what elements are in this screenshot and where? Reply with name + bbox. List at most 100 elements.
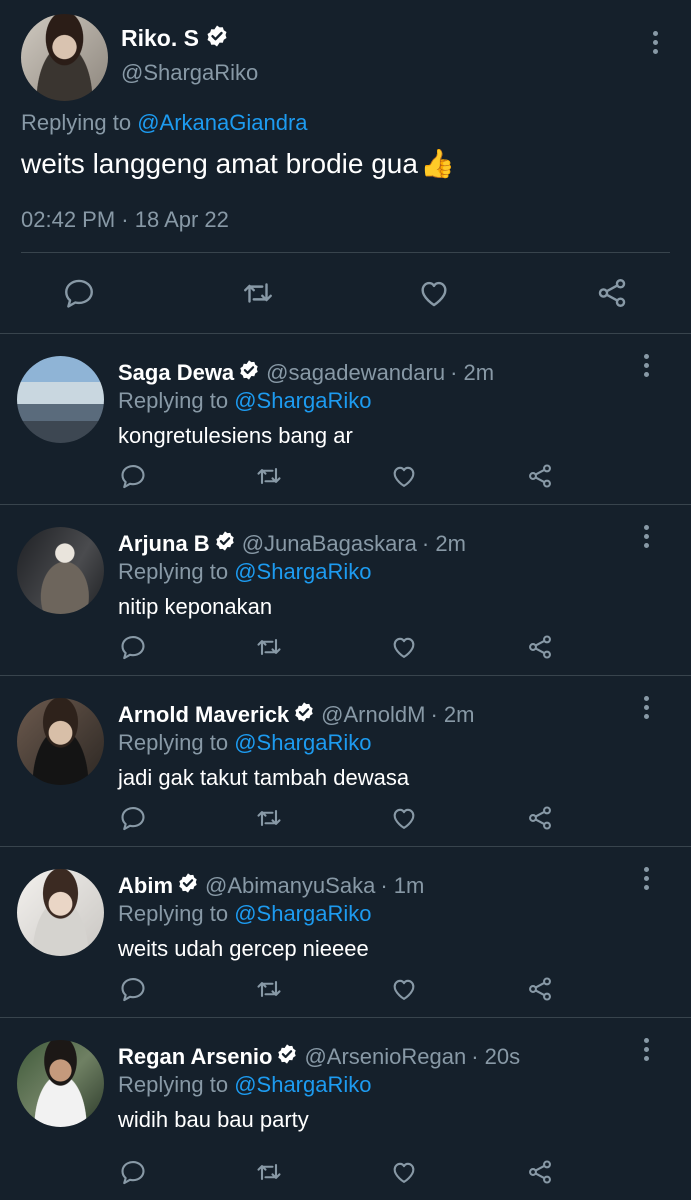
avatar[interactable] xyxy=(17,527,104,614)
author-name[interactable]: Arnold Maverick xyxy=(118,702,289,728)
like-icon xyxy=(421,281,447,307)
author-name[interactable]: Arjuna B xyxy=(118,531,210,557)
reply-icon xyxy=(121,978,145,1002)
reply-tweet[interactable]: Saga Dewa @sagadewandaru · 2m Replying t… xyxy=(0,334,691,505)
divider xyxy=(21,252,670,253)
tweet-text: weits langgeng amat brodie gua 👍 xyxy=(21,147,455,180)
replying-prefix: Replying to xyxy=(118,730,229,755)
author-handle[interactable]: @AbimanyuSaka xyxy=(205,873,375,899)
share-button[interactable] xyxy=(520,969,560,1009)
replying-to: Replying to @ShargaRiko xyxy=(118,901,372,927)
author-handle[interactable]: @ShargaRiko xyxy=(121,60,258,86)
replying-prefix: Replying to xyxy=(118,388,229,413)
main-tweet: Riko. S @ShargaRiko Replying to @ArkanaG… xyxy=(0,0,691,334)
like-button[interactable] xyxy=(384,456,424,496)
replying-prefix: Replying to xyxy=(118,1072,229,1097)
author-handle[interactable]: @JunaBagaskara xyxy=(242,531,417,557)
retweet-icon xyxy=(257,1163,281,1181)
retweet-button[interactable] xyxy=(249,798,289,838)
replying-prefix: Replying to xyxy=(118,901,229,926)
share-button[interactable] xyxy=(520,456,560,496)
like-button[interactable] xyxy=(384,969,424,1009)
reply-tweet[interactable]: Arjuna B @JunaBagaskara · 2m Replying to… xyxy=(0,505,691,676)
reply-header: Abim @AbimanyuSaka · 1m xyxy=(118,872,424,900)
verified-badge-icon xyxy=(205,24,229,53)
reply-icon xyxy=(121,807,145,831)
more-options-icon[interactable] xyxy=(634,863,658,893)
reply-button[interactable] xyxy=(113,1152,153,1192)
replying-to: Replying to @ShargaRiko xyxy=(118,730,372,756)
retweet-button[interactable] xyxy=(233,268,283,318)
like-icon xyxy=(393,466,415,487)
avatar[interactable] xyxy=(17,356,104,443)
reply-tweet[interactable]: Arnold Maverick @ArnoldM · 2m Replying t… xyxy=(0,676,691,847)
avatar[interactable] xyxy=(21,14,108,101)
reply-actions xyxy=(0,969,691,1009)
author-row: Riko. S xyxy=(121,24,229,53)
retweet-button[interactable] xyxy=(249,1152,289,1192)
avatar[interactable] xyxy=(17,1040,104,1127)
reply-button[interactable] xyxy=(113,627,153,667)
avatar[interactable] xyxy=(17,698,104,785)
share-button[interactable] xyxy=(587,268,637,318)
reply-header: Arnold Maverick @ArnoldM · 2m xyxy=(118,701,474,729)
reply-icon xyxy=(65,279,93,308)
share-button[interactable] xyxy=(520,627,560,667)
more-options-icon[interactable] xyxy=(634,521,658,551)
more-options-icon[interactable] xyxy=(634,1034,658,1064)
reply-button[interactable] xyxy=(54,268,104,318)
author-name[interactable]: Regan Arsenio xyxy=(118,1044,272,1070)
reply-time: · 1m xyxy=(380,873,425,898)
reply-icon xyxy=(121,1161,145,1185)
reply-text: kongretulesiens bang ar xyxy=(118,423,353,448)
reply-time: · 2m xyxy=(430,702,475,727)
reply-actions xyxy=(0,456,691,496)
like-button[interactable] xyxy=(384,627,424,667)
replying-to-link[interactable]: @ShargaRiko xyxy=(234,901,371,926)
more-options-icon[interactable] xyxy=(643,27,667,57)
reply-actions xyxy=(0,1152,691,1192)
author-handle[interactable]: @ArnoldM xyxy=(321,702,425,728)
retweet-icon xyxy=(257,980,281,998)
reply-icon xyxy=(121,636,145,660)
retweet-button[interactable] xyxy=(249,456,289,496)
replying-to-link[interactable]: @ShargaRiko xyxy=(234,559,371,584)
author-name[interactable]: Riko. S xyxy=(121,25,199,52)
retweet-button[interactable] xyxy=(249,627,289,667)
like-button[interactable] xyxy=(384,798,424,838)
replying-to: Replying to @ArkanaGiandra xyxy=(21,110,308,136)
more-options-icon[interactable] xyxy=(634,692,658,722)
reply-header: Regan Arsenio @ArsenioRegan · 20s xyxy=(118,1043,520,1071)
retweet-button[interactable] xyxy=(249,969,289,1009)
tweet-actions xyxy=(0,268,691,318)
share-icon xyxy=(529,464,551,488)
like-button[interactable] xyxy=(409,268,459,318)
replying-to-link[interactable]: @ShargaRiko xyxy=(234,1072,371,1097)
reply-button[interactable] xyxy=(113,456,153,496)
reply-text: nitip keponakan xyxy=(118,594,273,619)
reply-button[interactable] xyxy=(113,969,153,1009)
verified-badge-icon xyxy=(238,359,260,387)
author-name[interactable]: Saga Dewa xyxy=(118,360,234,386)
reply-tweet[interactable]: Regan Arsenio @ArsenioRegan · 20s Replyi… xyxy=(0,1018,691,1200)
author-name[interactable]: Abim xyxy=(118,873,173,899)
replying-to-link[interactable]: @ShargaRiko xyxy=(234,730,371,755)
tweet-timestamp[interactable]: 02:42 PM · 18 Apr 22 xyxy=(21,207,229,233)
reply-header: Arjuna B @JunaBagaskara · 2m xyxy=(118,530,466,558)
author-handle[interactable]: @ArsenioRegan xyxy=(304,1044,466,1070)
replying-to: Replying to @ShargaRiko xyxy=(118,1072,372,1098)
share-button[interactable] xyxy=(520,1152,560,1192)
verified-badge-icon xyxy=(177,872,199,900)
share-icon xyxy=(529,977,551,1001)
reply-tweet[interactable]: Abim @AbimanyuSaka · 1m Replying to @Sha… xyxy=(0,847,691,1018)
retweet-icon xyxy=(257,467,281,485)
reply-time: · 20s xyxy=(471,1044,521,1069)
like-button[interactable] xyxy=(384,1152,424,1192)
more-options-icon[interactable] xyxy=(634,350,658,380)
replying-to-link[interactable]: @ArkanaGiandra xyxy=(137,110,307,135)
author-handle[interactable]: @sagadewandaru xyxy=(266,360,445,386)
avatar[interactable] xyxy=(17,869,104,956)
replying-to-link[interactable]: @ShargaRiko xyxy=(234,388,371,413)
share-button[interactable] xyxy=(520,798,560,838)
reply-button[interactable] xyxy=(113,798,153,838)
